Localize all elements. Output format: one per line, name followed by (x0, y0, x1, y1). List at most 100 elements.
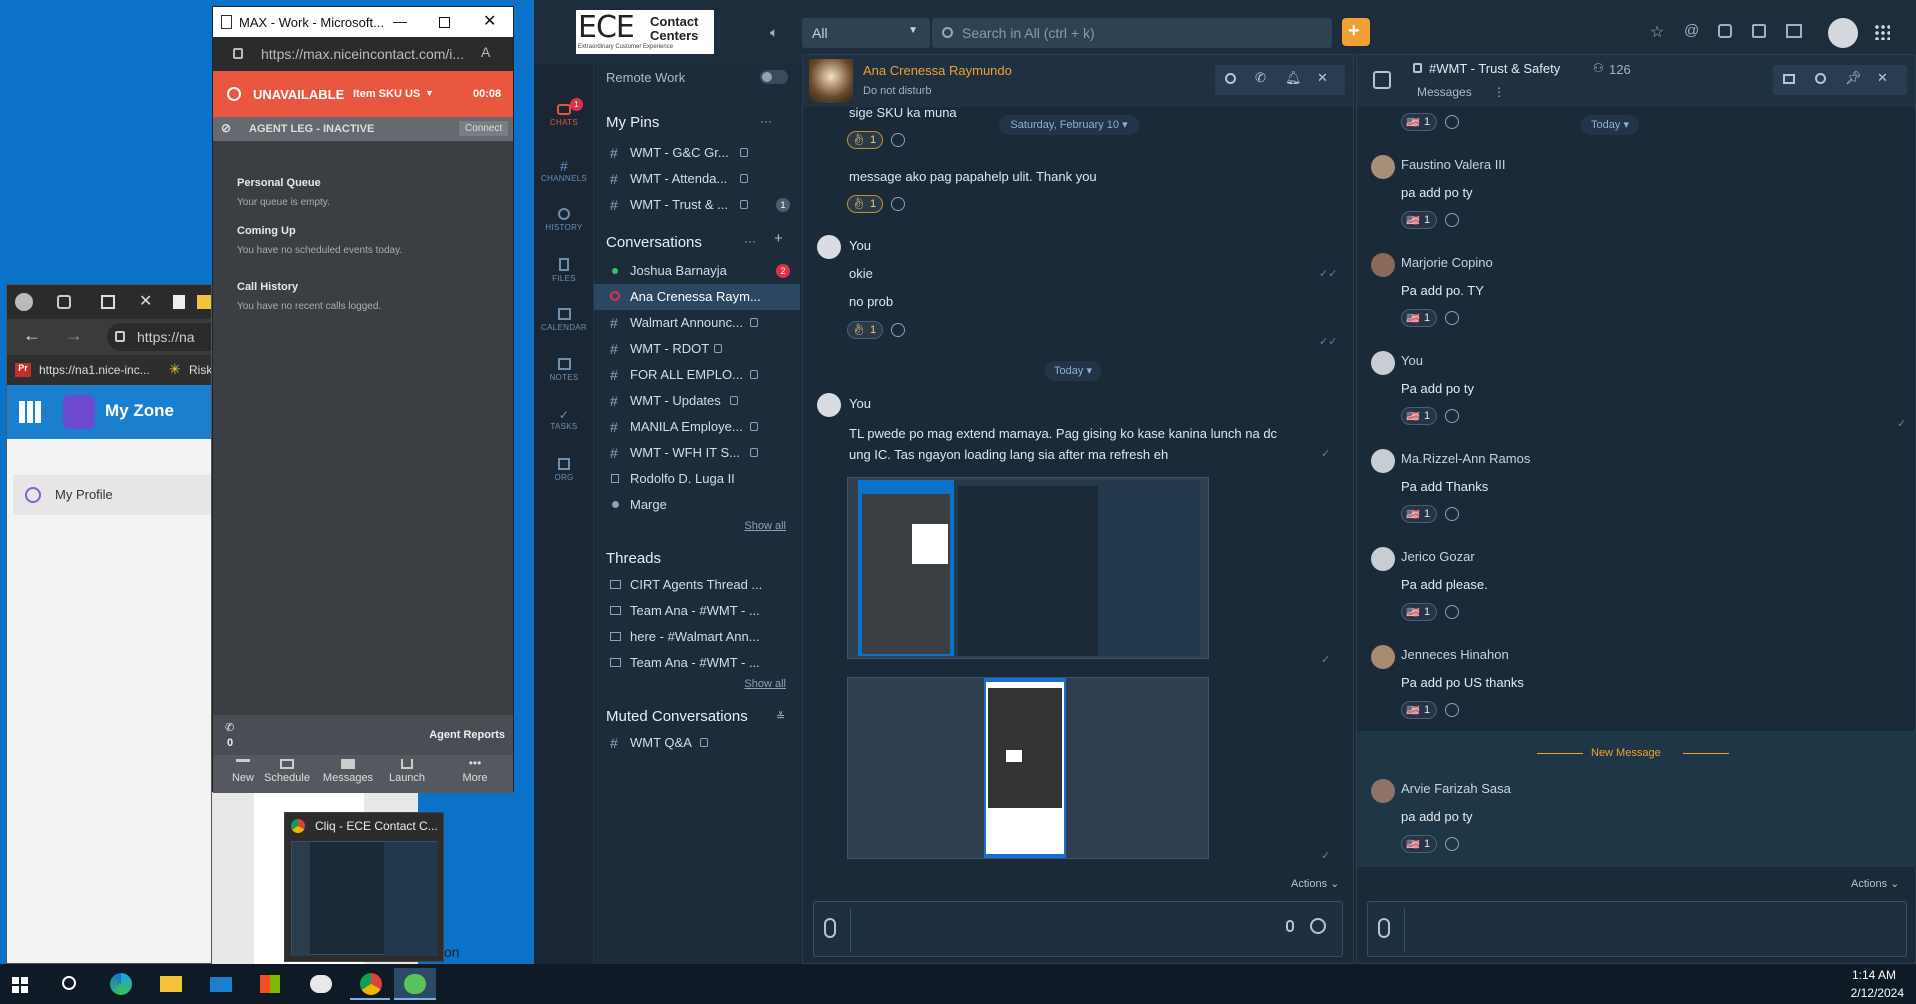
edge-taskbar-button[interactable] (100, 968, 140, 1000)
address-bar[interactable]: https://na (107, 323, 211, 351)
chat-search-icon[interactable] (1225, 73, 1236, 84)
flag-reaction[interactable]: 🇺🇸 1 (1401, 407, 1437, 425)
taskbar-thumbnail[interactable]: Cliq - ECE Contact C... (284, 812, 444, 962)
tab-icon[interactable] (101, 295, 115, 309)
add-reaction-icon[interactable] (891, 133, 905, 147)
app-grid-icon[interactable] (19, 401, 41, 423)
sender-avatar[interactable] (817, 393, 841, 417)
rail-tasks[interactable]: ✓ TASKS (534, 408, 594, 431)
thread-item[interactable]: Team Ana - #WMT - ... (594, 650, 800, 676)
date-separator-today[interactable]: Today ▾ (1045, 361, 1101, 381)
new-plus-button[interactable]: + (1342, 18, 1370, 46)
members-icon[interactable]: ⚇ (1593, 61, 1604, 75)
favorite-link-2[interactable]: Risk (189, 363, 211, 377)
muted-item[interactable]: # WMT Q&A (594, 730, 800, 756)
flag-reaction[interactable]: 🇺🇸 1 (1401, 835, 1437, 853)
search-taskbar-button[interactable] (50, 968, 90, 1000)
profile-icon[interactable] (15, 293, 33, 311)
contact-name[interactable]: Ana Crenessa Raymundo (863, 63, 1012, 78)
status-dropdown-icon[interactable]: ▼ (425, 88, 434, 98)
rail-calendar[interactable]: CALENDAR (534, 308, 594, 332)
pin-item[interactable]: # WMT - Attenda... (594, 166, 800, 192)
minimize-icon[interactable]: — (393, 13, 407, 29)
search-input[interactable]: Search in All (ctrl + k) (932, 18, 1332, 48)
thread-item[interactable]: here - #Walmart Ann... (594, 624, 800, 650)
image-attachment[interactable] (847, 677, 1209, 859)
attachment-icon[interactable] (1378, 918, 1390, 938)
conversation-item[interactable]: Marge (594, 492, 800, 518)
member-avatar[interactable] (1371, 779, 1395, 803)
profile-menu-item[interactable]: My Profile (13, 475, 211, 515)
agent-reports-link[interactable]: Agent Reports (429, 729, 505, 741)
conversation-item[interactable]: # WMT - RDOT (594, 336, 800, 362)
flag-reaction[interactable]: 🇺🇸 1 (1401, 113, 1437, 131)
mail-taskbar-button[interactable] (200, 968, 240, 1000)
mention-icon[interactable]: @ (1684, 22, 1699, 39)
app-taskbar-button[interactable] (300, 968, 340, 1000)
flag-reaction[interactable]: 🇺🇸 1 (1401, 603, 1437, 621)
channel-composer[interactable] (1367, 901, 1907, 957)
messages-tab[interactable]: Messages (1417, 85, 1472, 99)
threads-show-all[interactable]: Show all (744, 678, 786, 690)
add-reaction-icon[interactable] (1445, 311, 1459, 325)
channel-name[interactable]: #WMT - Trust & Safety (1429, 61, 1560, 76)
favorite-link-1[interactable]: https://na1.nice-inc... (39, 363, 150, 377)
schedule-button[interactable]: Schedule (257, 755, 317, 793)
reminder-icon[interactable] (1718, 24, 1732, 38)
call-icon[interactable]: ✆ (1255, 70, 1266, 86)
close-tab-icon[interactable]: ✕ (139, 291, 152, 311)
conversation-item[interactable]: # WMT - WFH IT S... (594, 440, 800, 466)
member-avatar[interactable] (1371, 547, 1395, 571)
member-name[interactable]: Marjorie Copino (1401, 255, 1493, 270)
calendar-icon[interactable] (1752, 24, 1766, 38)
app-grid-icon[interactable] (1874, 24, 1890, 40)
conversations-more-icon[interactable]: ··· (744, 234, 756, 248)
member-name[interactable]: Jerico Gozar (1401, 549, 1475, 564)
conversation-item[interactable]: # WMT - Updates (594, 388, 800, 414)
conversation-item[interactable]: Rodolfo D. Luga II (594, 466, 800, 492)
member-name[interactable]: Jenneces Hinahon (1401, 647, 1509, 662)
conversation-item[interactable]: # FOR ALL EMPLO... (594, 362, 800, 388)
tab-favicon-yellow[interactable] (197, 295, 211, 309)
channel-actions-menu[interactable]: Actions ⌄ (1851, 877, 1899, 890)
member-name[interactable]: Faustino Valera III (1401, 157, 1506, 172)
rail-history[interactable]: HISTORY (534, 208, 594, 232)
tab-favicon[interactable] (173, 295, 185, 309)
launch-button[interactable]: Launch (377, 755, 437, 793)
member-name[interactable]: Arvie Farizah Sasa (1401, 781, 1511, 796)
rail-channels[interactable]: # CHANNELS (534, 158, 594, 183)
reaction-chip[interactable]: 👌︎ 1 (847, 195, 883, 213)
member-avatar[interactable] (1371, 351, 1395, 375)
store-icon[interactable] (1786, 24, 1802, 38)
chat-actions-menu[interactable]: Actions ⌄ (1291, 877, 1339, 890)
microphone-icon[interactable] (1286, 920, 1294, 932)
minimize-panel-icon[interactable] (1783, 74, 1795, 84)
more-button[interactable]: ••• More (445, 755, 505, 793)
add-reaction-icon[interactable] (1445, 605, 1459, 619)
agent-status-bar[interactable]: UNAVAILABLE Item SKU US ▼ 00:08 (213, 71, 513, 117)
back-icon[interactable]: ← (23, 325, 41, 346)
chrome-taskbar-button[interactable] (350, 968, 390, 1000)
channel-tree-icon[interactable] (1373, 71, 1391, 89)
rail-org[interactable]: ORG (534, 458, 594, 482)
start-button[interactable] (0, 968, 40, 1000)
conversation-item-selected[interactable]: Ana Crenessa Raym... (594, 284, 800, 310)
member-avatar[interactable] (1371, 253, 1395, 277)
user-avatar[interactable] (1828, 18, 1858, 48)
remote-work-toggle[interactable] (760, 70, 788, 84)
file-explorer-button[interactable] (150, 968, 190, 1000)
conversation-item[interactable]: Joshua Barnayja 2 (594, 258, 800, 284)
member-avatar[interactable] (1371, 155, 1395, 179)
rail-files[interactable]: FILES (534, 258, 594, 283)
attachment-icon[interactable] (824, 918, 836, 938)
date-separator[interactable]: Saturday, February 10 ▾ (999, 115, 1139, 135)
conversations-show-all[interactable]: Show all (744, 520, 786, 532)
bell-icon[interactable]: 🔔︎ (1285, 70, 1302, 86)
member-count[interactable]: 126 (1609, 62, 1631, 77)
store-taskbar-button[interactable] (250, 968, 290, 1000)
close-panel-icon[interactable]: ✕ (1877, 70, 1888, 86)
close-window-icon[interactable]: ✕ (483, 11, 496, 31)
add-reaction-icon[interactable] (1445, 507, 1459, 521)
add-reaction-icon[interactable] (1445, 703, 1459, 717)
add-reaction-icon[interactable] (891, 323, 905, 337)
